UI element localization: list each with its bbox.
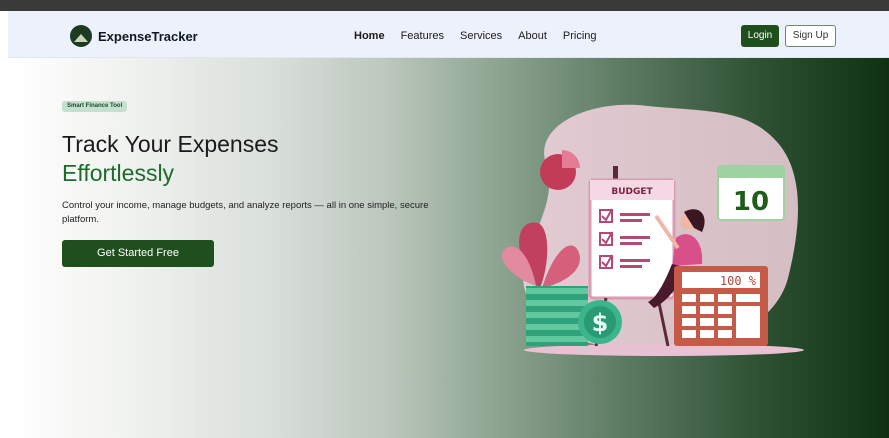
board-title: BUDGET	[611, 187, 653, 197]
coin-symbol: $	[592, 309, 609, 337]
brand-name: ExpenseTracker	[98, 28, 198, 44]
calculator-icon: 100 %	[674, 266, 768, 346]
nav-link-services[interactable]: Services	[460, 30, 502, 42]
login-button[interactable]: Login	[741, 25, 779, 47]
window-top-bar	[0, 0, 889, 11]
page-left-edge	[0, 11, 8, 438]
calendar-number: 10	[733, 187, 769, 217]
budget-illustration: 10 BUDGET $ 100 %	[501, 104, 804, 356]
nav-link-features[interactable]: Features	[401, 30, 444, 42]
signup-button[interactable]: Sign Up	[785, 25, 836, 47]
brand-logo[interactable]: ExpenseTracker	[70, 25, 198, 47]
logo-icon	[70, 25, 92, 47]
hero-title-line2: Effortlessly	[62, 160, 175, 186]
coin-stack-icon	[526, 286, 588, 346]
dollar-coin-icon: $	[578, 300, 622, 344]
nav-links: Home Features Services About Pricing	[354, 30, 597, 42]
hero-description: Control your income, manage budgets, and…	[62, 200, 429, 225]
nav-link-pricing[interactable]: Pricing	[563, 30, 597, 42]
calendar-icon: 10	[717, 165, 785, 221]
navbar: ExpenseTracker Home Features Services Ab…	[8, 11, 889, 58]
get-started-button[interactable]: Get Started Free	[62, 240, 214, 267]
nav-link-home[interactable]: Home	[354, 30, 385, 42]
hero-title-line1: Track Your Expenses	[62, 131, 279, 157]
nav-link-about[interactable]: About	[518, 30, 547, 42]
hero-badge: Smart Finance Tool	[62, 101, 128, 112]
calculator-display: 100 %	[720, 274, 757, 288]
